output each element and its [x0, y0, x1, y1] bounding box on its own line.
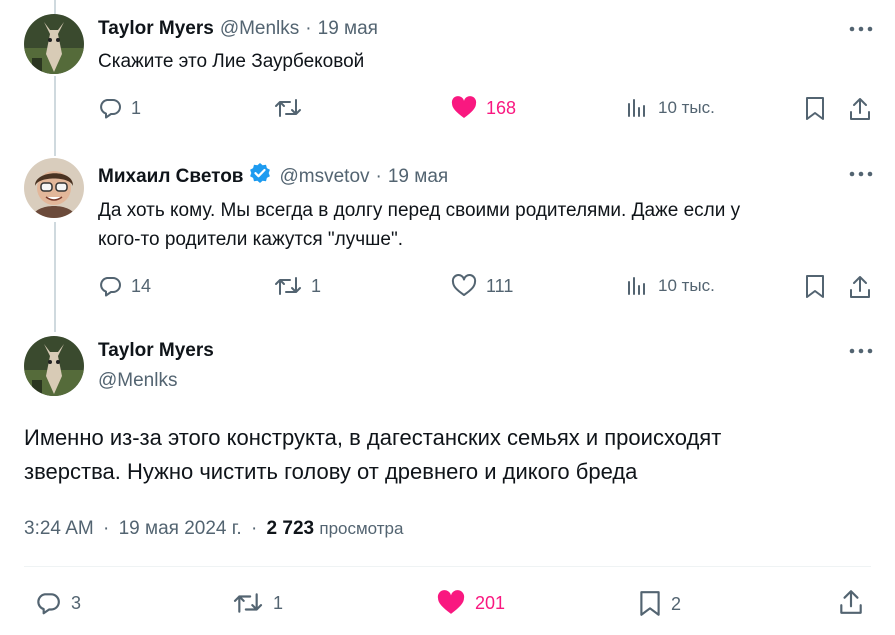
author-name[interactable]: Taylor Myers — [98, 17, 214, 41]
bookmark-button[interactable] — [804, 96, 826, 122]
thread-line — [54, 76, 56, 156]
more-icon — [849, 171, 873, 177]
like-button[interactable]: 111 — [451, 274, 513, 298]
share-button[interactable] — [848, 274, 872, 300]
avatar[interactable] — [24, 14, 84, 74]
thread-line — [54, 222, 56, 332]
bookmark-icon — [640, 591, 660, 616]
like-icon — [451, 96, 477, 118]
retweet-icon — [275, 277, 301, 295]
views-button[interactable]: 10 тыс. — [627, 274, 715, 298]
reply-button[interactable]: 3 — [34, 590, 81, 616]
separator-dot: · — [305, 18, 312, 39]
author-handle[interactable]: @msvetov — [279, 165, 369, 189]
retweet-count: 1 — [311, 275, 322, 296]
share-button[interactable] — [848, 96, 872, 122]
tweet-text-line: Именно из-за этого конструкта, в дагеста… — [24, 425, 722, 450]
reply-icon — [100, 277, 121, 297]
views-count: 2 723 — [266, 518, 315, 539]
more-button[interactable] — [848, 341, 874, 361]
more-button[interactable] — [848, 19, 874, 39]
reply-count: 3 — [71, 592, 82, 613]
tweet-text-line: кого-то родители кажутся "лучше". — [98, 229, 403, 250]
bookmark-count: 2 — [671, 593, 682, 614]
like-icon — [437, 590, 465, 614]
separator-dot: · — [250, 518, 258, 539]
retweet-count: 1 — [273, 592, 284, 613]
more-button[interactable] — [848, 164, 874, 184]
tweet-header: Михаил Светов @msvetov · 19 мая — [98, 162, 448, 191]
views-label: просмотра — [319, 519, 404, 538]
verified-icon — [249, 162, 271, 191]
like-button[interactable]: 201 — [436, 590, 505, 616]
share-icon — [850, 276, 870, 298]
views-icon — [628, 99, 645, 117]
thread-line — [54, 0, 56, 14]
retweet-button[interactable] — [274, 96, 311, 120]
like-button[interactable]: 168 — [451, 96, 516, 120]
author-handle[interactable]: @Menlks — [220, 17, 299, 41]
share-icon — [840, 590, 862, 614]
author-name[interactable]: Михаил Светов — [98, 165, 243, 189]
tweet-text: Да хоть кому. Мы всегда в долгу перед св… — [98, 196, 858, 254]
reply-icon — [37, 593, 60, 615]
tweet-text-line: зверства. Нужно чистить голову от древне… — [24, 459, 638, 484]
tweet-date[interactable]: 19 мая — [318, 17, 378, 41]
author-handle[interactable]: @Menlks — [98, 369, 177, 393]
reply-count: 14 — [131, 275, 152, 296]
views-button[interactable]: 10 тыс. — [627, 96, 715, 120]
tweet-full-date[interactable]: 19 мая 2024 г. — [119, 518, 242, 539]
avatar[interactable] — [24, 336, 84, 396]
views-icon — [628, 277, 645, 295]
bookmark-icon — [806, 97, 824, 120]
separator-dot: · — [375, 165, 382, 187]
more-icon — [849, 348, 873, 354]
retweet-icon — [275, 99, 301, 117]
views-count: 10 тыс. — [658, 276, 715, 295]
separator-dot: · — [103, 518, 110, 539]
share-button[interactable] — [838, 588, 864, 616]
bookmark-button[interactable]: 2 — [638, 590, 681, 618]
like-icon — [451, 274, 477, 296]
bookmark-button[interactable] — [804, 274, 826, 300]
like-count: 201 — [475, 592, 506, 613]
divider — [24, 566, 871, 567]
share-icon — [850, 98, 870, 120]
tweet-time[interactable]: 3:24 AM — [24, 518, 94, 539]
reply-icon — [100, 99, 121, 119]
tweet-header: Taylor Myers @Menlks · 19 мая — [98, 17, 378, 41]
retweet-button[interactable]: 1 — [274, 274, 321, 298]
views-count: 10 тыс. — [658, 98, 715, 117]
avatar[interactable] — [24, 158, 84, 218]
main-tweet-text: Именно из-за этого конструкта, в дагеста… — [24, 421, 874, 489]
author-name[interactable]: Taylor Myers — [98, 339, 214, 363]
like-count: 111 — [486, 275, 514, 296]
reply-button[interactable]: 14 — [98, 274, 151, 298]
reply-count: 1 — [131, 97, 142, 118]
bookmark-icon — [806, 275, 824, 298]
tweet-date[interactable]: 19 мая — [388, 165, 448, 189]
like-count: 168 — [486, 97, 517, 118]
reply-button[interactable]: 1 — [98, 96, 141, 120]
tweet-text: Скажите это Лие Заурбековой — [98, 51, 365, 72]
tweet-text-line: Да хоть кому. Мы всегда в долгу перед св… — [98, 200, 741, 221]
tweet-meta: 3:24 AM · 19 мая 2024 г. · 2 723 просмот… — [24, 516, 403, 542]
more-icon — [849, 26, 873, 32]
retweet-icon — [233, 593, 263, 613]
retweet-button[interactable]: 1 — [232, 590, 283, 616]
